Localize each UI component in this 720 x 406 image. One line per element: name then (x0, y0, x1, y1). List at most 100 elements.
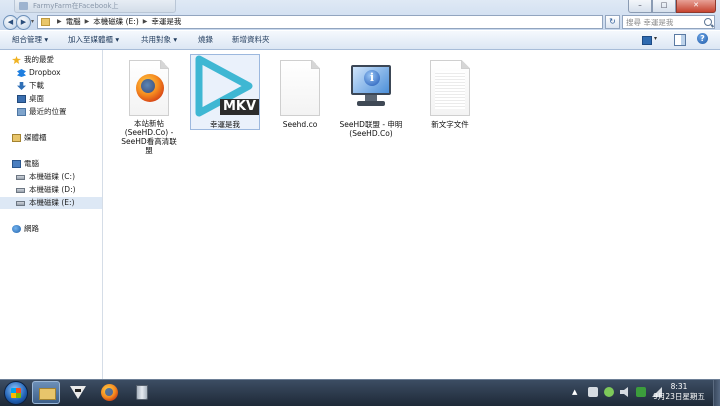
file-name: SeeHD联盟 - 申明 (SeeHD.Co) (336, 120, 406, 138)
maximize-button[interactable]: □ (652, 0, 676, 13)
sidebar-item-label: 電腦 (24, 159, 39, 168)
sidebar-item-label: 網路 (24, 224, 39, 233)
file-name-line: 盟 (145, 146, 153, 155)
taskbar-firefox-button[interactable] (96, 381, 124, 404)
share-with-button[interactable]: 共用對象 ▾ (141, 31, 177, 49)
sidebar-item-libraries[interactable]: 媒體櫃 (0, 132, 102, 144)
sidebar-item-label: Dropbox (29, 68, 61, 77)
sidebar-item-desktop[interactable]: 桌面 (0, 93, 102, 105)
show-desktop-button[interactable] (713, 380, 720, 406)
breadcrumb-current-folder[interactable]: 幸運是我 (151, 16, 181, 28)
window-controls: – □ ✕ (628, 0, 716, 13)
tray-status-icon[interactable] (604, 387, 614, 397)
preview-pane-button[interactable] (674, 34, 686, 46)
sidebar-item-favorites[interactable]: 我的最愛 (0, 54, 102, 66)
sidebar-item-label: 桌面 (29, 94, 44, 103)
sidebar-item-network[interactable]: 網路 (0, 223, 102, 235)
taskbar: ▲ 8:31 9月23日星期五 (0, 379, 720, 406)
chevron-right-icon[interactable]: ▶ (57, 16, 62, 28)
start-button[interactable] (4, 381, 28, 405)
folder-icon (41, 18, 50, 26)
refresh-button[interactable]: ↻ (605, 15, 620, 29)
file-name-line: 本站新帖 (134, 119, 164, 128)
blank-document-icon (280, 60, 320, 116)
firefox-html-icon (129, 60, 169, 116)
help-button[interactable]: ? (697, 33, 708, 44)
sidebar-item-recent[interactable]: 最近的位置 (0, 106, 102, 118)
sidebar-item-label: 我的最愛 (24, 55, 54, 64)
tray-green-app-icon[interactable] (636, 387, 646, 397)
search-input[interactable] (626, 16, 702, 28)
text-document-icon (430, 60, 470, 116)
sidebar-item-drive-c[interactable]: 本機磁碟 (C:) (0, 171, 102, 183)
internet-shortcut-icon: i (349, 60, 393, 116)
network-icon (12, 225, 21, 233)
sidebar-item-computer[interactable]: 電腦 (0, 158, 102, 170)
navigation-pane: 我的最愛 Dropbox 下載 桌面 最近的位置 媒體櫃 電腦 本機磁碟 (C:… (0, 50, 103, 379)
chevron-right-icon[interactable]: ▶ (85, 16, 90, 28)
file-name: Seehd.co (282, 120, 318, 129)
taskbar-app-button[interactable] (64, 381, 92, 404)
hard-drive-icon (16, 188, 25, 193)
tray-app-icon[interactable] (588, 387, 598, 397)
fox-icon (70, 386, 86, 399)
chevron-down-icon[interactable]: ▾ (654, 35, 657, 42)
download-icon (17, 82, 26, 90)
recycle-bin-icon (136, 385, 148, 400)
sidebar-item-label: 下載 (29, 81, 44, 90)
search-icon[interactable] (704, 18, 712, 26)
dropbox-icon (17, 69, 26, 77)
address-bar[interactable]: ▶ 電腦 ▶ 本機磁碟 (E:) ▶ 幸運是我 (37, 15, 603, 29)
file-name-line: SeeHD看高清联 (121, 137, 177, 146)
add-to-library-button[interactable]: 加入至媒體櫃 ▾ (68, 31, 119, 49)
burn-button[interactable]: 燒錄 (198, 31, 213, 49)
sidebar-item-label: 本機磁碟 (E:) (29, 198, 75, 207)
info-icon: i (364, 70, 380, 86)
forward-button[interactable]: ▶ (16, 15, 31, 30)
close-button[interactable]: ✕ (676, 0, 716, 13)
new-folder-button[interactable]: 新增資料夾 (232, 31, 270, 49)
folder-icon (39, 388, 56, 400)
background-window-title: FarmyFarm在Facebook上 (33, 2, 119, 10)
sidebar-item-downloads[interactable]: 下載 (0, 80, 102, 92)
facebook-app-icon (19, 2, 28, 10)
minimize-button[interactable]: – (628, 0, 652, 13)
file-name: 幸運是我 (210, 120, 240, 129)
firefox-icon (101, 384, 118, 401)
clock-time: 8:31 (670, 382, 688, 391)
file-item-selected[interactable]: MKV 幸運是我 (190, 54, 260, 130)
breadcrumb: ▶ 電腦 ▶ 本機磁碟 (E:) ▶ 幸運是我 (53, 16, 181, 28)
sidebar-item-label: 本機磁碟 (D:) (29, 185, 76, 194)
search-box[interactable] (622, 15, 715, 29)
show-hidden-icons-button[interactable]: ▲ (572, 387, 582, 397)
chevron-right-icon[interactable]: ▶ (143, 16, 148, 28)
view-icon (642, 36, 652, 45)
file-name-line: (SeeHD.Co) - (124, 128, 174, 137)
file-name: 新文字文件 (431, 120, 469, 129)
sidebar-item-drive-d[interactable]: 本機磁碟 (D:) (0, 184, 102, 196)
file-name: 本站新帖 (SeeHD.Co) - SeeHD看高清联 盟 (114, 119, 184, 155)
desktop-icon (17, 95, 26, 103)
recent-pages-dropdown[interactable]: ▾ (31, 18, 34, 25)
organize-button[interactable]: 組合管理 ▾ (12, 31, 48, 49)
library-icon (12, 134, 21, 142)
breadcrumb-computer[interactable]: 電腦 (66, 16, 81, 28)
sidebar-item-drive-e[interactable]: 本機磁碟 (E:) (0, 197, 102, 209)
sidebar-item-dropbox[interactable]: Dropbox (0, 67, 102, 79)
file-item[interactable]: i SeeHD联盟 - 申明 (SeeHD.Co) (336, 54, 406, 138)
computer-icon (12, 160, 21, 168)
change-view-button[interactable]: ▾ (641, 34, 663, 46)
taskbar-recycle-bin-button[interactable] (128, 381, 156, 404)
hard-drive-icon (16, 175, 25, 180)
clock[interactable]: 8:31 9月23日星期五 (650, 382, 708, 402)
taskbar-explorer-button[interactable] (32, 381, 60, 404)
volume-icon[interactable] (620, 387, 628, 397)
background-window-tab[interactable]: FarmyFarm在Facebook上 (14, 0, 176, 13)
file-name-line: (SeeHD.Co) (349, 129, 393, 138)
clock-date: 9月23日星期五 (653, 392, 705, 401)
command-bar: 組合管理 ▾ 加入至媒體櫃 ▾ 共用對象 ▾ 燒錄 新增資料夾 (0, 31, 720, 50)
sidebar-item-label: 本機磁碟 (C:) (29, 172, 75, 181)
breadcrumb-drive-e[interactable]: 本機磁碟 (E:) (93, 16, 139, 28)
file-name-line: SeeHD联盟 - 申明 (339, 120, 403, 129)
star-icon (12, 56, 21, 64)
